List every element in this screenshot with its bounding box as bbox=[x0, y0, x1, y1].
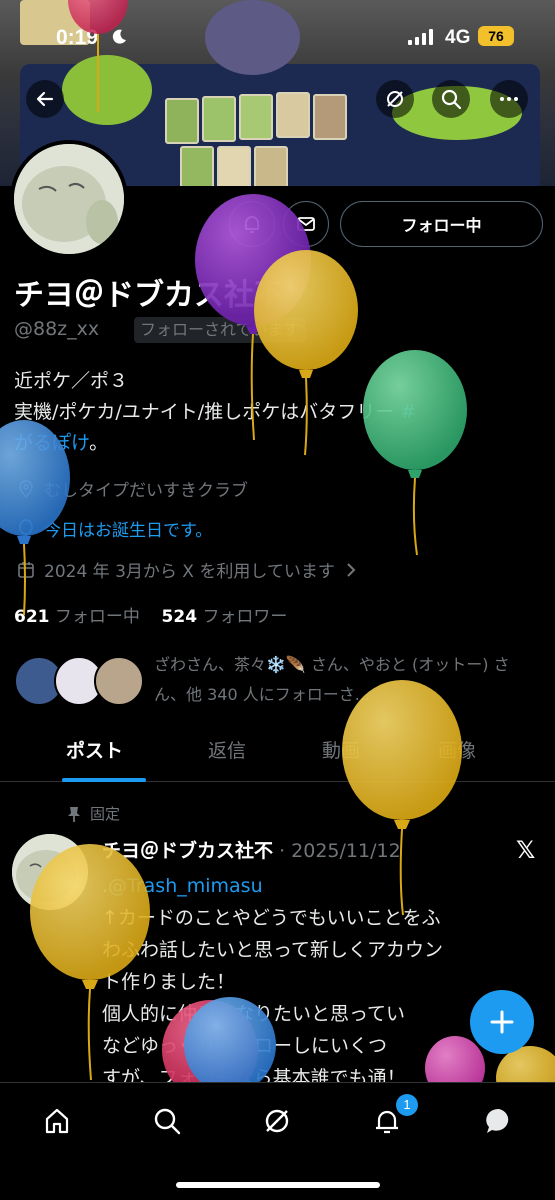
profile-birthday: 今日はお誕生日です。 bbox=[16, 516, 212, 541]
nav-search[interactable] bbox=[147, 1101, 187, 1141]
banner-card bbox=[202, 96, 236, 142]
post-date[interactable]: · 2025/11/12 bbox=[279, 840, 401, 862]
battery-icon: 76 bbox=[478, 26, 514, 46]
bio-text: 実機/ポケカ/ユナイト/推しポケはバタフリー bbox=[14, 401, 395, 423]
joined-text: 2024 年 3月から X を利用しています bbox=[44, 562, 335, 582]
post-body[interactable]: .@Trash_mimasu ↑カードのことやどうでもいいことをふ わふわ話した… bbox=[102, 870, 522, 1094]
nav-messages[interactable] bbox=[479, 1101, 519, 1141]
compose-post-button[interactable] bbox=[470, 990, 534, 1054]
post-line: 個人的に仲良くなりたいと思ってい bbox=[102, 1003, 406, 1025]
moon-icon bbox=[112, 29, 126, 44]
post-mention[interactable]: .@Trash_mimasu bbox=[102, 870, 522, 902]
post-line: ト作りました！ bbox=[102, 971, 236, 993]
message-button[interactable] bbox=[283, 201, 329, 247]
battery-level: 76 bbox=[488, 28, 504, 44]
profile-name: チヨ＠ドブカス社不 bbox=[14, 278, 284, 313]
post-header: チヨ＠ドブカス社不 · 2025/11/12 bbox=[102, 836, 401, 863]
location-text: むしタイプだいすきクラブ bbox=[44, 481, 248, 501]
bio-line: がるぽけ。 bbox=[14, 428, 544, 459]
pinned-indicator: 固定 bbox=[66, 803, 120, 824]
search-icon bbox=[441, 89, 462, 110]
post-line: わふわ話したいと思って新しくアカウン bbox=[102, 939, 444, 961]
post-line: などゆっくりフォローしにいくつ bbox=[102, 1035, 388, 1057]
grok-icon bbox=[387, 91, 403, 107]
follow-stats: 621 フォロー中 524 フォロワー bbox=[14, 602, 287, 627]
banner-card bbox=[165, 98, 199, 144]
avatar-illustration bbox=[14, 144, 124, 254]
followers-label: フォロワー bbox=[202, 607, 288, 627]
post-author-avatar[interactable] bbox=[12, 834, 88, 910]
banner-card bbox=[239, 94, 273, 140]
banner-card bbox=[313, 94, 347, 140]
birthday-text: 今日はお誕生日です。 bbox=[44, 521, 213, 541]
pin-icon bbox=[68, 806, 80, 822]
profile-tabs: ポスト 返信 動画 画像 bbox=[0, 722, 555, 782]
bio-hashtag[interactable]: がるぽけ bbox=[14, 432, 89, 454]
home-indicator bbox=[176, 1182, 380, 1188]
chat-bubble-icon bbox=[486, 1108, 509, 1133]
status-time: 0:19 bbox=[56, 26, 99, 49]
x-logo-icon: 𝕏 bbox=[516, 836, 536, 864]
tab-videos[interactable]: 動画 bbox=[322, 736, 360, 763]
tab-posts[interactable]: ポスト bbox=[66, 736, 123, 763]
mutual-avatar[interactable] bbox=[94, 656, 144, 706]
calendar-icon bbox=[18, 561, 34, 578]
following-label: フォロー中 bbox=[54, 607, 140, 627]
profile-avatar[interactable] bbox=[10, 140, 128, 258]
post-avatar-illustration bbox=[12, 834, 88, 910]
follows-you-badge: フォローされています bbox=[134, 317, 306, 343]
bio-text: 。 bbox=[89, 432, 109, 454]
followers-count: 524 bbox=[161, 607, 198, 627]
more-icon bbox=[500, 97, 518, 101]
back-arrow-icon bbox=[36, 91, 54, 107]
message-icon bbox=[297, 217, 315, 231]
profile-joined[interactable]: 2024 年 3月から X を利用しています bbox=[16, 557, 365, 582]
nav-home[interactable] bbox=[37, 1101, 77, 1141]
active-tab-indicator bbox=[62, 778, 146, 782]
plus-icon bbox=[490, 1010, 514, 1034]
status-bar: 0:19 4G 76 bbox=[0, 0, 555, 70]
profile-bio: 近ポケ／ポ３ 実機/ポケカ/ユナイト/推しポケはバタフリー # がるぽけ。 bbox=[14, 366, 544, 459]
home-icon bbox=[45, 1108, 69, 1134]
followers-link[interactable]: 524 フォロワー bbox=[162, 607, 288, 627]
location-pin-icon bbox=[19, 479, 33, 498]
following-count: 621 bbox=[14, 607, 50, 627]
bell-plus-icon bbox=[245, 216, 259, 233]
post-author-name[interactable]: チヨ＠ドブカス社不 bbox=[102, 840, 273, 862]
tab-replies[interactable]: 返信 bbox=[208, 736, 246, 763]
notification-count-badge: 1 bbox=[396, 1094, 418, 1116]
pinned-label: 固定 bbox=[90, 805, 121, 823]
post-line: ↑カードのことやどうでもいいことをふ bbox=[102, 907, 441, 929]
followed-by-text[interactable]: ざわさん、茶々❄️🪶 さん、やおと (オットー) さん、他 340 人にフォロー… bbox=[154, 650, 539, 710]
banner-card bbox=[180, 146, 214, 186]
grok-button[interactable] bbox=[376, 80, 414, 118]
search-icon bbox=[154, 1108, 181, 1135]
following-button[interactable]: フォロー中 bbox=[340, 201, 543, 247]
banner-card bbox=[217, 146, 251, 186]
nav-grok[interactable] bbox=[257, 1101, 297, 1141]
bio-line: 近ポケ／ポ３ bbox=[14, 370, 129, 392]
signal-icon bbox=[408, 29, 433, 45]
balloon-icon bbox=[19, 518, 33, 538]
tab-images[interactable]: 画像 bbox=[438, 736, 476, 763]
following-link[interactable]: 621 フォロー中 bbox=[14, 607, 140, 627]
bio-hashtag-start[interactable]: # bbox=[400, 401, 416, 423]
grok-icon bbox=[265, 1109, 289, 1133]
back-button[interactable] bbox=[26, 80, 64, 118]
search-button[interactable] bbox=[432, 80, 470, 118]
banner-card bbox=[276, 92, 310, 138]
network-type: 4G bbox=[445, 27, 471, 48]
chevron-right-icon bbox=[347, 562, 356, 577]
notification-bell-button[interactable] bbox=[229, 201, 275, 247]
profile-handle: @88z_xx bbox=[14, 318, 100, 340]
banner-card bbox=[254, 146, 288, 186]
bio-line: 実機/ポケカ/ユナイト/推しポケはバタフリー # bbox=[14, 397, 544, 428]
more-button[interactable] bbox=[490, 80, 528, 118]
profile-location: むしタイプだいすきクラブ bbox=[16, 476, 248, 501]
